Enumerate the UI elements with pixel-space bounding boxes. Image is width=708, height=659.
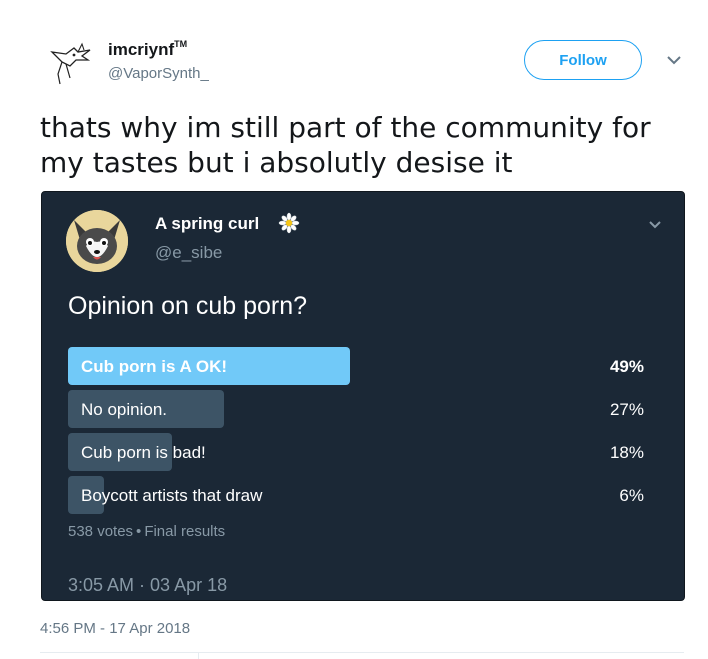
chevron-down-icon[interactable] [664, 52, 684, 68]
author-avatar[interactable] [48, 38, 96, 86]
tweet-text: thats why im still part of the community… [40, 111, 651, 179]
poll-option-label: No opinion. [81, 400, 168, 419]
quoted-tweet-card[interactable]: A spring curl @e_sibe Opinion on cub por… [41, 191, 685, 601]
poll-option-label: Cub porn is bad! [81, 443, 206, 462]
chevron-down-icon[interactable] [648, 220, 662, 230]
quoted-handle[interactable]: @e_sibe [155, 243, 222, 263]
quoted-timestamp[interactable]: 3:05 AM · 03 Apr 18 [68, 575, 227, 596]
separator-dot: • [136, 523, 142, 540]
poll-option: Boycott artists that draw 6% [68, 476, 644, 514]
daisy-icon [278, 212, 300, 234]
poll-option-label: Boycott artists that draw [81, 486, 263, 505]
poll-option-percent: 18% [609, 443, 644, 462]
tweet-timestamp[interactable]: 4:56 PM - 17 Apr 2018 [40, 620, 190, 637]
poll-meta: 538 votes • Final results [68, 523, 225, 540]
poll-option-percent: 49% [609, 357, 644, 376]
divider [40, 652, 684, 653]
quoted-display-name[interactable]: A spring curl [155, 214, 259, 234]
poll-status: Final results [144, 523, 226, 540]
poll-option: No opinion. 27% [68, 390, 644, 428]
poll-option: Cub porn is bad! 18% [68, 433, 644, 471]
trademark-mark: TM [174, 39, 188, 49]
poll-option-label: Cub porn is A OK! [81, 357, 228, 376]
poll-option-percent: 27% [609, 400, 644, 419]
quoted-avatar[interactable] [66, 210, 128, 272]
author-display-name[interactable]: imcriynfTM [108, 39, 188, 60]
divider-tick [198, 652, 199, 659]
poll-option: Cub porn is A OK! 49% [68, 347, 644, 385]
follow-button[interactable]: Follow [524, 40, 642, 80]
author-handle[interactable]: @VaporSynth_ [108, 65, 209, 82]
poll-votes: 538 votes [68, 523, 134, 540]
poll-option-percent: 6% [619, 486, 644, 505]
poll-question: Opinion on cub porn? [68, 292, 308, 320]
